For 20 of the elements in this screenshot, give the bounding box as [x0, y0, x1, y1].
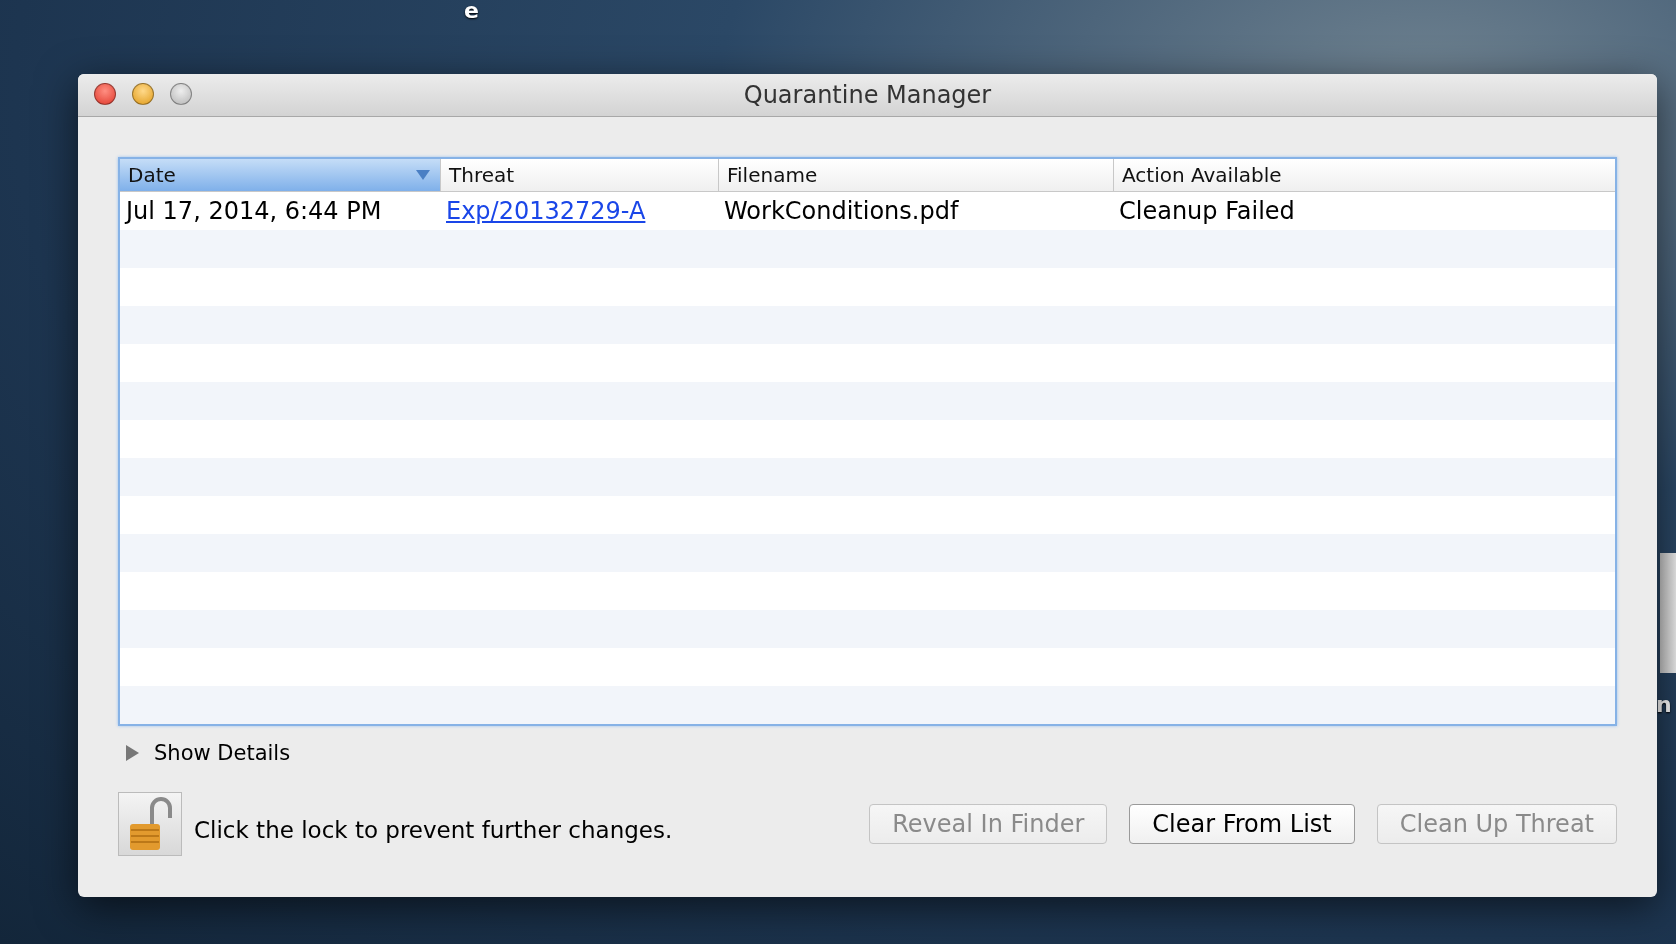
- threat-link[interactable]: Exp/20132729-A: [446, 197, 646, 225]
- zoom-button[interactable]: [170, 83, 192, 105]
- lock-message: Click the lock to prevent further changes.: [194, 817, 674, 843]
- minimize-button[interactable]: [132, 83, 154, 105]
- column-header[interactable]: Threat: [440, 159, 718, 191]
- column-header[interactable]: Date: [120, 159, 440, 191]
- window-title: Quarantine Manager: [743, 81, 992, 109]
- column-header[interactable]: Action Available: [1113, 159, 1615, 191]
- action-button[interactable]: Clear From List: [1129, 804, 1355, 844]
- desktop-icon-label[interactable]: n: [1656, 694, 1672, 716]
- table-cell-text: Jul 17, 2014, 6:44 PM: [123, 197, 383, 225]
- table-cell-text: WorkConditions.pdf: [723, 197, 960, 225]
- show-details-label[interactable]: Show Details: [154, 741, 291, 765]
- desktop-icon-label[interactable]: e: [464, 0, 479, 22]
- close-button[interactable]: [94, 83, 116, 105]
- column-header[interactable]: Filename: [718, 159, 1113, 191]
- disclosure-triangle-icon[interactable]: [124, 744, 140, 762]
- lock-button[interactable]: [118, 792, 182, 856]
- table-cell-text: Cleanup Failed: [1118, 197, 1296, 225]
- sort-descending-icon: [416, 170, 430, 180]
